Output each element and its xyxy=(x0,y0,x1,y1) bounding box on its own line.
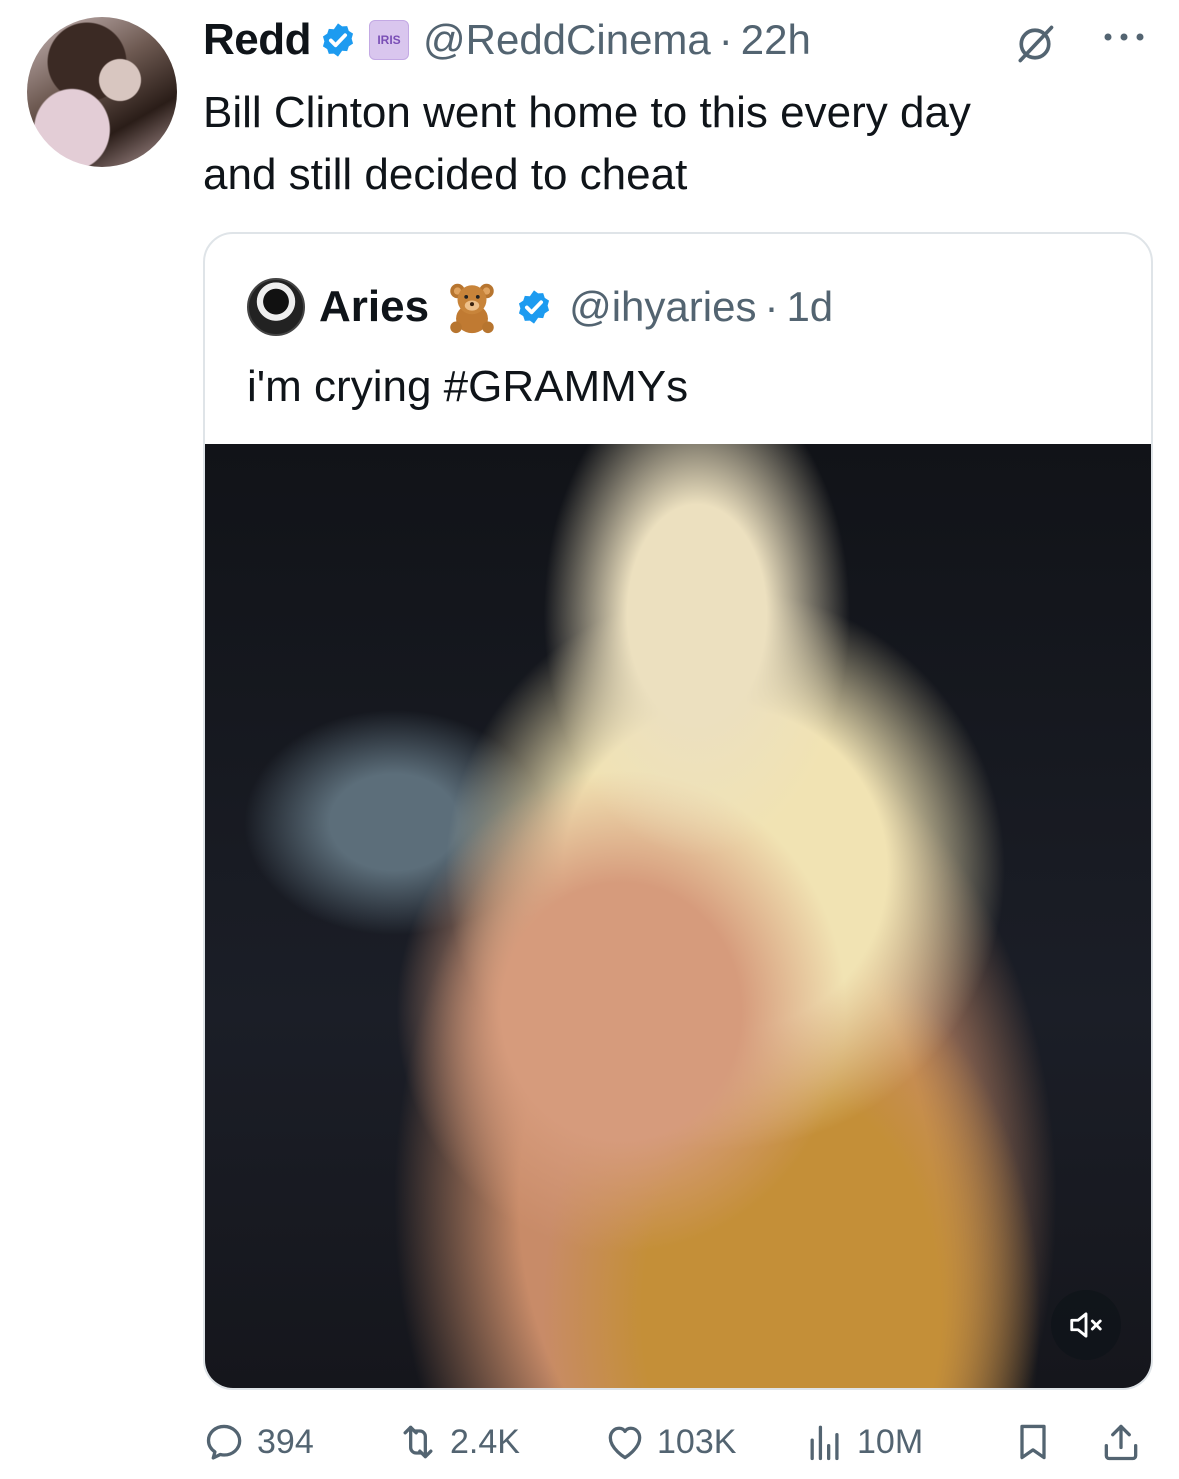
tweet-text-line: Bill Clinton went home to this every day xyxy=(203,88,971,137)
mute-button[interactable] xyxy=(1051,1290,1121,1360)
verified-badge-icon xyxy=(322,23,354,57)
separator-dot: · xyxy=(764,283,779,330)
like-button[interactable]: 103K xyxy=(603,1412,736,1472)
heart-icon xyxy=(608,1426,642,1460)
share-button[interactable] xyxy=(1099,1412,1143,1472)
views-icon xyxy=(810,1425,839,1461)
views-count: 10M xyxy=(857,1422,924,1461)
like-count: 103K xyxy=(657,1422,737,1461)
separator-dot: · xyxy=(718,16,733,63)
bookmark-icon xyxy=(1020,1424,1046,1460)
grok-icon[interactable] xyxy=(1013,22,1057,66)
quoted-tweet-header: Aries @ihyaries · 1d xyxy=(247,278,833,336)
tweet-header: Redd IRIS @ReddCinema · 22h xyxy=(203,14,811,66)
quoted-tweet-time[interactable]: 1d xyxy=(786,283,833,331)
quoted-author-handle[interactable]: @ihyaries xyxy=(569,283,756,331)
quoted-tweet-video[interactable] xyxy=(205,444,1151,1388)
share-icon xyxy=(1104,1424,1138,1461)
tweet-text: Bill Clinton went home to this every day… xyxy=(203,82,1153,206)
more-icon[interactable] xyxy=(1100,27,1148,47)
views-button[interactable]: 10M xyxy=(803,1412,923,1472)
repost-icon xyxy=(403,1425,433,1459)
tweet-time[interactable]: 22h xyxy=(741,16,811,64)
author-display-name[interactable]: Redd xyxy=(203,15,312,65)
quoted-author-display-name[interactable]: Aries xyxy=(319,282,429,332)
teddy-bear-icon xyxy=(450,283,494,334)
verified-badge-icon xyxy=(519,290,550,324)
tweet-text-line: and still decided to cheat xyxy=(203,150,688,199)
author-handle[interactable]: @ReddCinema xyxy=(423,16,711,64)
author-avatar[interactable] xyxy=(27,17,177,167)
action-bar: 394 2.4K 103K 10M xyxy=(203,1412,1153,1472)
quoted-tweet-card[interactable]: Aries @ihyaries · 1d i'm crying #GRAMMYs xyxy=(203,232,1153,1390)
repost-button[interactable]: 2.4K xyxy=(396,1412,520,1472)
quoted-tweet-text: i'm crying #GRAMMYs xyxy=(247,362,689,411)
mute-icon xyxy=(1070,1312,1102,1338)
bookmark-button[interactable] xyxy=(1011,1412,1055,1472)
reply-icon xyxy=(206,1424,242,1460)
reply-button[interactable]: 394 xyxy=(203,1412,314,1472)
reply-count: 394 xyxy=(257,1422,314,1461)
repost-count: 2.4K xyxy=(450,1422,520,1461)
affiliate-badge[interactable]: IRIS xyxy=(369,20,409,60)
tweet[interactable]: Redd IRIS @ReddCinema · 22h Bill Clinton… xyxy=(0,0,1179,1479)
quoted-author-avatar[interactable] xyxy=(247,278,305,336)
